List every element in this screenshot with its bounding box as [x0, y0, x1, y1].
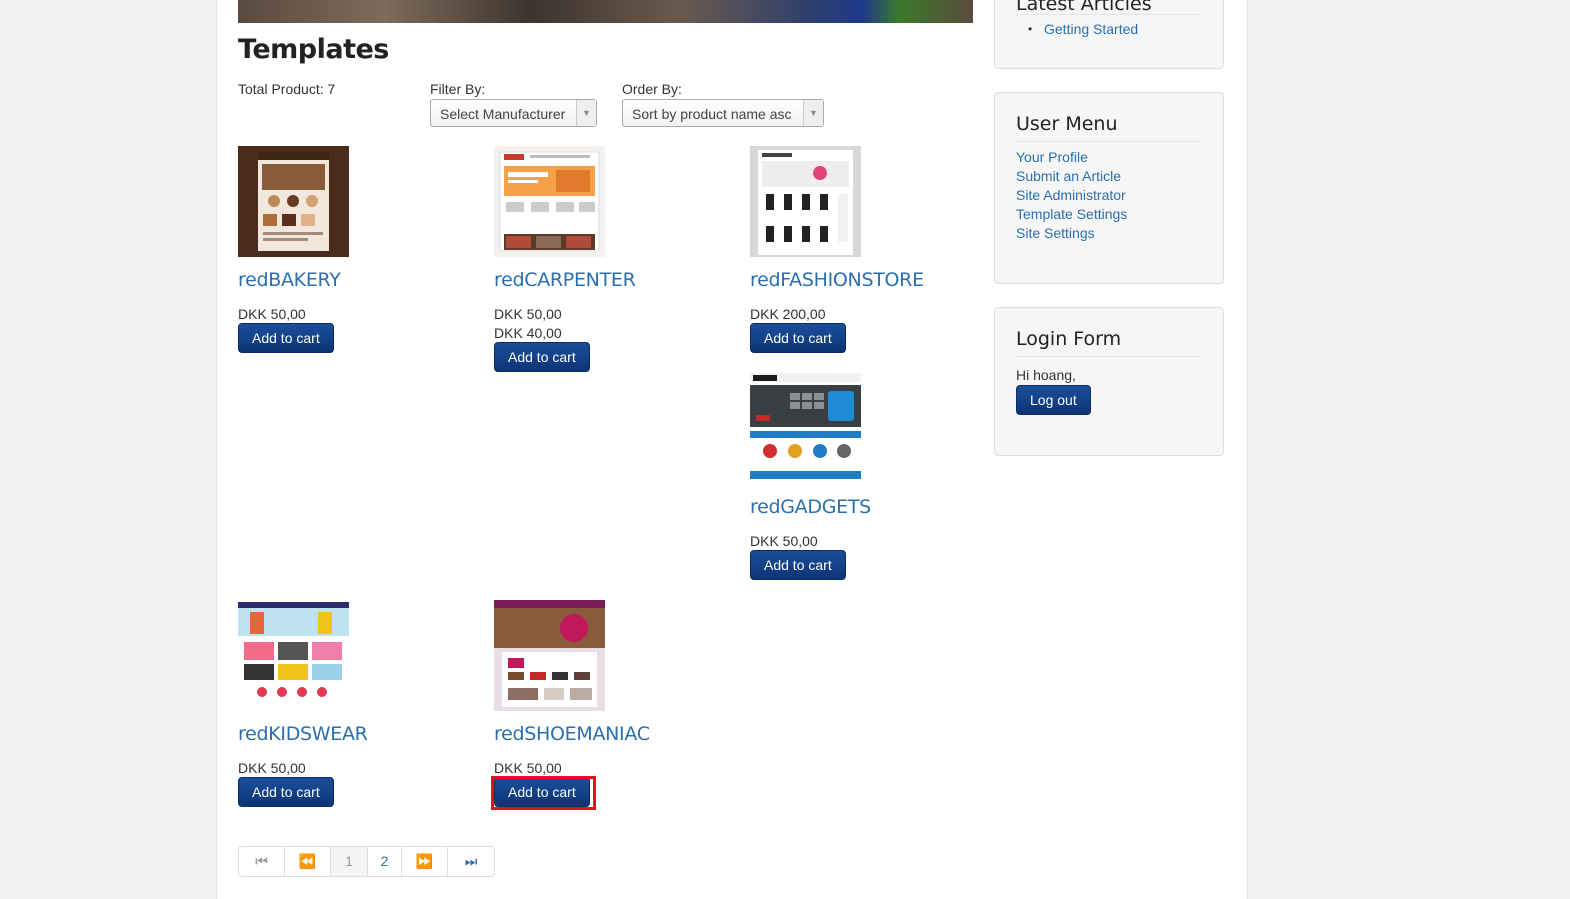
- menu-link-submit-article[interactable]: Submit an Article: [1016, 168, 1121, 184]
- user-menu-module: User Menu Your Profile Submit an Article…: [994, 92, 1224, 284]
- product-thumbnail-redfashionstore[interactable]: [750, 146, 861, 257]
- menu-link-your-profile[interactable]: Your Profile: [1016, 149, 1088, 165]
- product-name-link[interactable]: redCARPENTER: [494, 269, 636, 291]
- latest-articles-module: Latest Articles • Getting Started: [994, 0, 1224, 69]
- product-name-link[interactable]: redBAKERY: [238, 269, 341, 291]
- page-link-1[interactable]: 1: [331, 847, 368, 876]
- product-thumbnail-redgadgets[interactable]: [750, 373, 861, 484]
- manufacturer-select-value: Select Manufacturer: [440, 106, 566, 122]
- divider: [1016, 356, 1202, 357]
- product-price: DKK 200,00: [750, 306, 826, 322]
- bullet-icon: •: [1028, 22, 1033, 36]
- page-link-2[interactable]: 2: [368, 847, 402, 876]
- article-link-getting-started[interactable]: Getting Started: [1044, 21, 1138, 37]
- product-name-link[interactable]: redKIDSWEAR: [238, 723, 368, 745]
- product-thumbnail-redcarpenter[interactable]: [494, 146, 605, 257]
- chevron-down-icon: ▼: [803, 100, 823, 126]
- product-name-link[interactable]: redSHOEMANIAC: [494, 723, 650, 745]
- menu-link-site-settings[interactable]: Site Settings: [1016, 225, 1095, 241]
- product-name-link[interactable]: redGADGETS: [750, 496, 871, 518]
- product-price: DKK 50,00: [494, 306, 562, 322]
- product-name-link[interactable]: redFASHIONSTORE: [750, 269, 924, 291]
- latest-articles-title: Latest Articles: [1016, 0, 1152, 15]
- product-thumbnail-redshoemaniac[interactable]: [494, 600, 605, 711]
- add-to-cart-button[interactable]: Add to cart: [494, 342, 590, 372]
- last-page-icon[interactable]: ⏭: [448, 847, 494, 876]
- banner-image: [238, 0, 973, 23]
- product-price: DKK 50,00: [238, 760, 306, 776]
- add-to-cart-button[interactable]: Add to cart: [750, 550, 846, 580]
- highlight-box: [491, 776, 596, 810]
- order-select-value: Sort by product name asc: [632, 106, 792, 122]
- add-to-cart-button[interactable]: Add to cart: [750, 323, 846, 353]
- first-page-icon[interactable]: ⏮: [239, 847, 285, 876]
- chevron-down-icon: ▼: [576, 100, 596, 126]
- product-thumbnail-redbakery[interactable]: [238, 146, 349, 257]
- add-to-cart-button[interactable]: Add to cart: [238, 323, 334, 353]
- product-price: DKK 50,00: [750, 533, 818, 549]
- menu-link-site-administrator[interactable]: Site Administrator: [1016, 187, 1126, 203]
- divider: [1016, 14, 1202, 15]
- product-price: DKK 50,00: [494, 760, 562, 776]
- pagination: ⏮ ⏪ 1 2 ⏩ ⏭: [238, 846, 495, 877]
- product-price: DKK 50,00: [238, 306, 306, 322]
- user-menu-title: User Menu: [1016, 113, 1118, 135]
- product-thumbnail-redkidswear[interactable]: [238, 600, 349, 711]
- order-label: Order By:: [622, 81, 682, 97]
- menu-link-template-settings[interactable]: Template Settings: [1016, 206, 1127, 222]
- next-page-icon[interactable]: ⏩: [402, 847, 448, 876]
- divider: [1016, 141, 1202, 142]
- prev-page-icon[interactable]: ⏪: [285, 847, 331, 876]
- login-greeting: Hi hoang,: [1016, 367, 1076, 383]
- logout-button[interactable]: Log out: [1016, 385, 1091, 415]
- total-product-label: Total Product: 7: [238, 81, 336, 97]
- order-select[interactable]: Sort by product name asc ▼: [622, 99, 824, 127]
- page-title: Templates: [238, 34, 389, 65]
- login-form-title: Login Form: [1016, 328, 1122, 350]
- add-to-cart-button[interactable]: Add to cart: [238, 777, 334, 807]
- manufacturer-select[interactable]: Select Manufacturer ▼: [430, 99, 597, 127]
- filter-label: Filter By:: [430, 81, 486, 97]
- product-discount-price: DKK 40,00: [494, 325, 562, 341]
- login-form-module: Login Form Hi hoang, Log out: [994, 307, 1224, 456]
